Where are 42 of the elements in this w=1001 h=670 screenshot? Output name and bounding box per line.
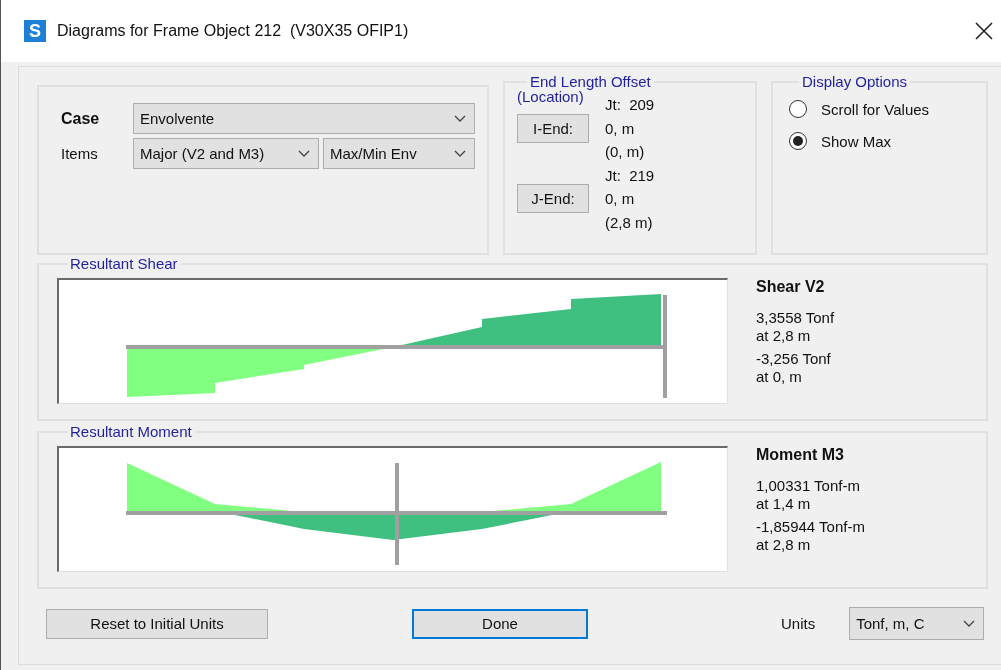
window-title: Diagrams for Frame Object 212 (V30X35 OFIP1) [57,22,410,40]
group-title: Resultant Moment [69,423,193,440]
min-location: at 0, m [756,368,803,386]
location-value: (2,8 m) [605,213,654,231]
done-button[interactable]: Done [412,608,588,639]
chevron-icon [454,115,466,122]
units-dropdown[interactable]: Tonf, m, C [849,607,985,640]
diagram-heading: Moment M3 [756,446,845,464]
offset-value: 0, m [605,119,636,137]
case-dropdown[interactable]: Envolvente [133,103,475,134]
group-title: Display Options [801,73,909,90]
end-button[interactable]: J-End: [517,184,589,214]
items-dropdown[interactable]: Major (V2 and M3) [133,138,319,169]
units-label: Units [781,615,816,632]
joint-label: Jt: 209 [605,96,656,114]
group-title: End Length Offset [530,73,652,90]
chevron-icon [298,150,310,157]
envelope-dropdown[interactable]: Max/Min Env [323,138,475,169]
end-button[interactable]: I-End: [517,113,589,143]
close-icon[interactable] [975,22,993,40]
radio-label[interactable]: Scroll for Values [821,100,930,118]
max-value: 1,00331 Tonf-m [756,477,861,495]
radio-button[interactable] [789,100,807,118]
case-label: Case [61,109,101,128]
group-title: Resultant Shear [69,255,179,272]
diagram-heading: Shear V2 [756,278,826,296]
radio-button[interactable] [789,132,807,150]
reset-units-button[interactable]: Reset to Initial Units [46,608,268,639]
min-value: -1,85944 Tonf-m [756,518,865,536]
joint-label: Jt: 219 [605,166,656,184]
app-logo: S [24,20,46,42]
location-value: (0, m) [605,143,646,161]
chevron-icon [963,620,976,627]
radio-label[interactable]: Show Max [821,132,892,150]
max-location: at 2,8 m [756,327,812,345]
chevron-icon [454,150,466,157]
items-label: Items [61,145,99,162]
max-location: at 1,4 m [756,495,812,513]
min-value: -3,256 Tonf [756,350,832,368]
min-location: at 2,8 m [756,536,812,554]
offset-value: 0, m [605,190,636,208]
max-value: 3,3558 Tonf [756,309,835,327]
